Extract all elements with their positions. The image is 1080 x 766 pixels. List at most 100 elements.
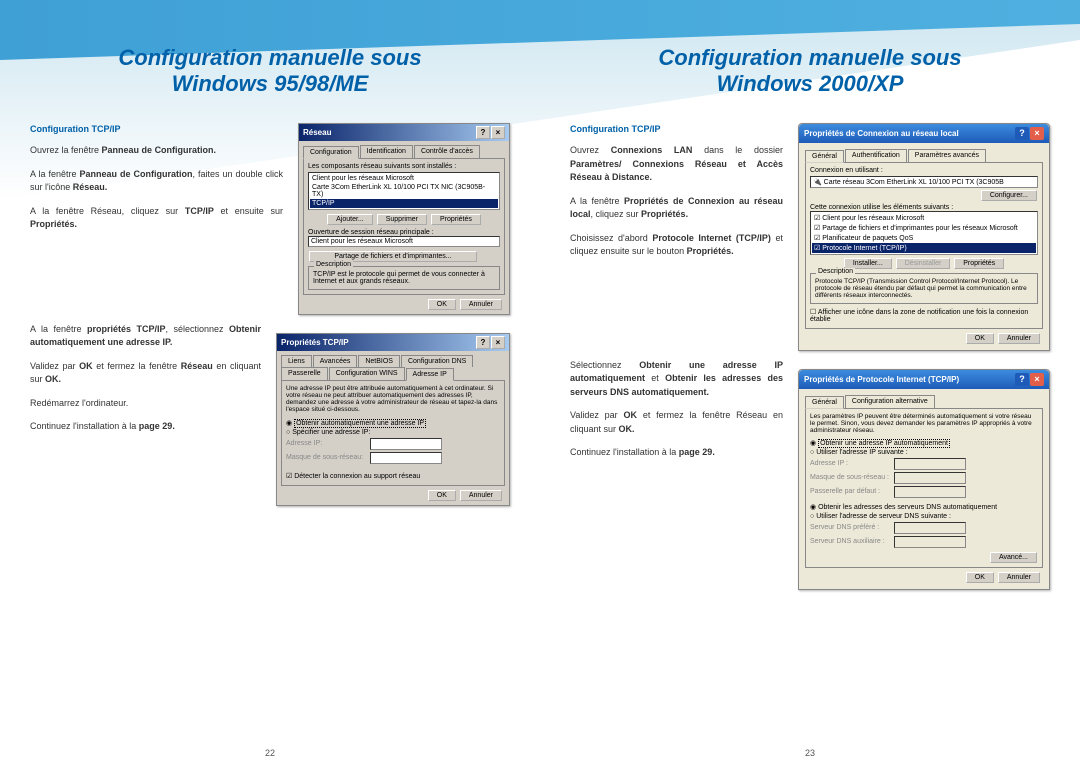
page-number: 23 xyxy=(805,748,815,758)
text-block-4: Sélectionnez Obtenir une adresse IP auto… xyxy=(570,359,783,590)
tab-configuration[interactable]: Configuration xyxy=(303,146,359,159)
page-right: Configuration manuelle sous Windows 2000… xyxy=(540,0,1080,766)
window-title: Propriétés de Protocole Internet (TCP/IP… xyxy=(804,375,959,384)
logon-label: Ouverture de session réseau principale : xyxy=(308,229,500,236)
window-title: Propriétés de Connexion au réseau local xyxy=(804,129,959,138)
radio-specify-ip[interactable]: ○ Spécifier une adresse IP: xyxy=(286,429,500,436)
tab[interactable]: NetBIOS xyxy=(358,355,400,367)
tab[interactable]: Configuration DNS xyxy=(401,355,473,367)
help-icon[interactable]: ? xyxy=(476,336,490,349)
components-list[interactable]: Client pour les réseaux Microsoft Carte … xyxy=(308,172,500,210)
text-block-3: Configuration TCP/IP Ouvrez Connexions L… xyxy=(570,123,783,351)
items-label: Cette connexion utilise les éléments sui… xyxy=(810,204,1038,211)
ok-button[interactable]: OK xyxy=(966,333,994,344)
cancel-button[interactable]: Annuler xyxy=(998,572,1040,583)
components-label: Les composants réseau suivants sont inst… xyxy=(308,163,500,170)
help-icon[interactable]: ? xyxy=(476,126,490,139)
page-title-right: Configuration manuelle sous Windows 2000… xyxy=(570,45,1050,98)
tab-general[interactable]: Général xyxy=(805,150,844,163)
tab[interactable]: Passerelle xyxy=(281,367,328,380)
list-item[interactable]: ☑ Partage de fichiers et d'imprimantes p… xyxy=(812,223,1036,233)
tab-ip-address[interactable]: Adresse IP xyxy=(406,368,454,381)
close-icon[interactable]: × xyxy=(491,126,505,139)
adapter-field: 🔌 Carte réseau 3Com EtherLink XL 10/100 … xyxy=(810,176,1038,188)
ok-button[interactable]: OK xyxy=(428,299,456,310)
uninstall-button[interactable]: Désinstaller xyxy=(896,258,951,269)
remove-button[interactable]: Supprimer xyxy=(377,214,427,225)
description-label: Description xyxy=(816,268,855,275)
tab-access[interactable]: Contrôle d'accès xyxy=(414,145,480,158)
detect-checkbox[interactable]: ☑ Détecter la connexion au support résea… xyxy=(286,472,500,480)
screenshot-tcpip-xp: Propriétés de Protocole Internet (TCP/IP… xyxy=(798,369,1050,590)
radio-specify-dns[interactable]: ○ Utiliser l'adresse de serveur DNS suiv… xyxy=(810,513,1038,520)
row-1-left: Configuration TCP/IP Ouvrez la fenêtre P… xyxy=(30,123,510,315)
advanced-button[interactable]: Avancé... xyxy=(990,552,1037,563)
tab-alt[interactable]: Configuration alternative xyxy=(845,395,935,408)
show-icon-checkbox[interactable]: ☐ Afficher une icône dans la zone de not… xyxy=(810,308,1038,323)
list-item[interactable]: Carte 3Com EtherLink XL 10/100 PCI TX NI… xyxy=(310,183,498,199)
tab-general[interactable]: Général xyxy=(805,396,844,409)
description-label: Description xyxy=(314,261,353,268)
spread: Configuration manuelle sous Windows 95/9… xyxy=(0,0,1080,766)
mask-field xyxy=(370,452,442,464)
desc-text: Une adresse IP peut être attribuée autom… xyxy=(286,385,500,413)
tab[interactable]: Liens xyxy=(281,355,312,367)
radio-auto-ip[interactable]: ◉ Obtenir une adresse IP automatiquement xyxy=(810,439,1038,447)
screenshot-lan-xp: Propriétés de Connexion au réseau local … xyxy=(798,123,1050,351)
connect-using-label: Connexion en utilisant : xyxy=(810,167,1038,174)
help-icon[interactable]: ? xyxy=(1015,127,1029,140)
titlebar: Propriétés de Protocole Internet (TCP/IP… xyxy=(799,370,1049,389)
description-text: TCP/IP est le protocole qui permet de vo… xyxy=(313,271,495,285)
properties-button[interactable]: Propriétés xyxy=(431,214,481,225)
radio-auto-ip[interactable]: ◉ Obtenir automatiquement une adresse IP xyxy=(286,419,500,427)
tab[interactable]: Configuration WINS xyxy=(329,367,405,380)
tab-identification[interactable]: Identification xyxy=(360,145,413,158)
gw-field xyxy=(894,486,966,498)
screenshot-reseau-win98: Réseau ? × Configuration Identification … xyxy=(298,123,510,315)
help-icon[interactable]: ? xyxy=(1015,373,1029,386)
ok-button[interactable]: OK xyxy=(428,490,456,501)
tab[interactable]: Avancées xyxy=(313,355,358,367)
dns2-field xyxy=(894,536,966,548)
close-icon[interactable]: × xyxy=(491,336,505,349)
row-2-left: A la fenêtre propriétés TCP/IP, sélectio… xyxy=(30,323,510,506)
text-block-1: Configuration TCP/IP Ouvrez la fenêtre P… xyxy=(30,123,283,315)
radio-specify-ip[interactable]: ○ Utiliser l'adresse IP suivante : xyxy=(810,449,1038,456)
titlebar: Propriétés de Connexion au réseau local … xyxy=(799,124,1049,143)
cancel-button[interactable]: Annuler xyxy=(460,490,502,501)
page-number: 22 xyxy=(265,748,275,758)
mask-field xyxy=(894,472,966,484)
close-icon[interactable]: × xyxy=(1030,127,1044,140)
subhead: Configuration TCP/IP xyxy=(570,123,783,137)
text-block-2: A la fenêtre propriétés TCP/IP, sélectio… xyxy=(30,323,261,506)
logon-field[interactable]: Client pour les réseaux Microsoft xyxy=(308,236,500,247)
desc-text: Les paramètres IP peuvent être déterminé… xyxy=(810,413,1038,434)
description-text: Protocole TCP/IP (Transmission Control P… xyxy=(815,278,1033,299)
screenshot-tcpip-win98: Propriétés TCP/IP ? × Liens Avancées Net… xyxy=(276,333,510,506)
titlebar: Propriétés TCP/IP ? × xyxy=(277,334,509,351)
page-left: Configuration manuelle sous Windows 95/9… xyxy=(0,0,540,766)
window-title: Réseau xyxy=(303,128,331,137)
list-item[interactable]: ☑ Planificateur de paquets QoS xyxy=(812,233,1036,243)
items-list[interactable]: ☑ Client pour les réseaux Microsoft ☑ Pa… xyxy=(810,211,1038,255)
radio-auto-dns[interactable]: ◉ Obtenir les adresses des serveurs DNS … xyxy=(810,503,1038,511)
cancel-button[interactable]: Annuler xyxy=(998,333,1040,344)
window-title: Propriétés TCP/IP xyxy=(281,338,349,347)
dns1-field xyxy=(894,522,966,534)
ok-button[interactable]: OK xyxy=(966,572,994,583)
list-item[interactable]: ☑ Client pour les réseaux Microsoft xyxy=(812,213,1036,223)
properties-button[interactable]: Propriétés xyxy=(954,258,1004,269)
add-button[interactable]: Ajouter... xyxy=(327,214,373,225)
list-item-tcpip[interactable]: ☑ Protocole Internet (TCP/IP) xyxy=(812,243,1036,253)
configure-button[interactable]: Configurer... xyxy=(981,190,1037,201)
close-icon[interactable]: × xyxy=(1030,373,1044,386)
titlebar: Réseau ? × xyxy=(299,124,509,141)
subhead: Configuration TCP/IP xyxy=(30,123,283,137)
page-title-left: Configuration manuelle sous Windows 95/9… xyxy=(30,45,510,98)
tab-advanced[interactable]: Paramètres avancés xyxy=(908,149,986,162)
list-item[interactable]: Client pour les réseaux Microsoft xyxy=(310,174,498,183)
cancel-button[interactable]: Annuler xyxy=(460,299,502,310)
ip-field xyxy=(370,438,442,450)
tab-auth[interactable]: Authentification xyxy=(845,149,907,162)
list-item-tcpip[interactable]: TCP/IP xyxy=(310,199,498,208)
